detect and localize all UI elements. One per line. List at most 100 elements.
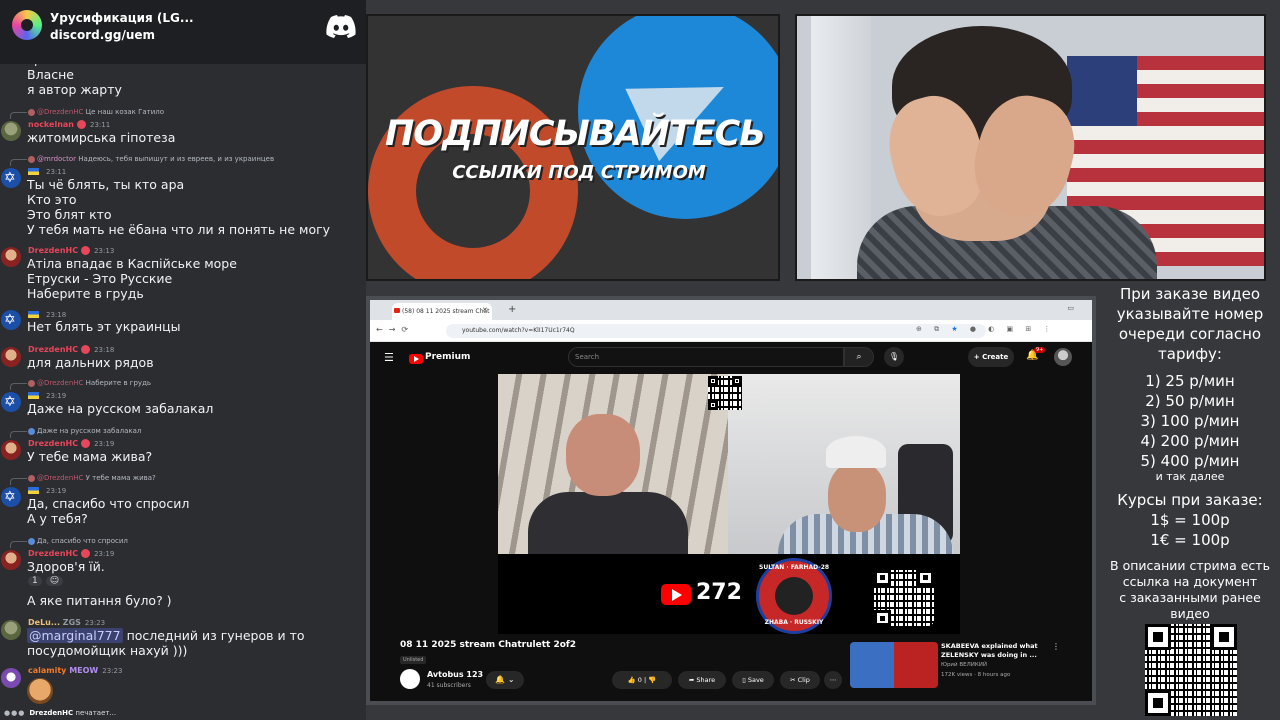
channel-emblem: SULTAN · FARHAD-28 ZHABA · RUSSKIY — [756, 558, 832, 634]
youtube-logo-text[interactable]: Premium — [425, 352, 470, 362]
message-author[interactable]: 23:11 — [28, 167, 66, 176]
avatar[interactable] — [1, 440, 21, 460]
clip-button[interactable]: ✂ Clip — [780, 671, 820, 689]
recommended-meta: 172K views · 8 hours ago — [941, 672, 1011, 678]
nav-buttons[interactable]: ←→⟳ — [376, 325, 414, 334]
message-author[interactable]: DrezdenHC 23:19 — [28, 439, 114, 448]
chat-header: Урусификация (LG... discord.gg/uem — [0, 0, 366, 64]
recommended-video-title[interactable]: SKABEEVA explained what ZELENSKY was doin… — [941, 642, 1041, 660]
video-player[interactable]: 272 SULTAN · FARHAD-28 ZHABA · RUSSKIY — [498, 374, 960, 634]
tab-bar: (58) 08 11 2025 stream Chat ✕ + ▭ — [370, 300, 1092, 320]
emoji-sticker — [27, 678, 53, 704]
reply-preview: Даже на русском забалакал — [9, 427, 141, 438]
url-field[interactable]: youtube.com/watch?v=KlI17Uc1r74Q — [446, 324, 986, 338]
message-author[interactable]: 23:19 — [28, 486, 66, 495]
youtube-logo-icon[interactable] — [409, 354, 423, 364]
browser-tab[interactable]: (58) 08 11 2025 stream Chat — [392, 303, 492, 320]
server-icon[interactable] — [12, 10, 42, 40]
message-author[interactable]: 23:18 — [28, 310, 66, 319]
message-text: У тебе мама жива? — [27, 449, 153, 464]
stream-layout: Урусификация (LG... discord.gg/uem Це на… — [0, 0, 1280, 720]
avatar[interactable] — [1, 620, 21, 640]
close-tab-icon[interactable]: ✕ — [482, 306, 488, 314]
subscription-bell-button[interactable]: 🔔 ⌄ — [486, 671, 524, 689]
search-icon[interactable]: ⌕ — [844, 347, 874, 367]
price-more: и так далее — [1155, 470, 1225, 483]
message-author[interactable]: DrezdenHC 23:19 — [28, 549, 114, 558]
message-text: Здоров'я їй. — [27, 559, 105, 574]
discord-chat-overlay: Урусификация (LG... discord.gg/uem Це на… — [0, 0, 366, 720]
avatar[interactable] — [1, 347, 21, 367]
webcam-feed — [795, 14, 1266, 281]
subscriber-count: 41 subscribers — [427, 682, 471, 689]
message-text: @marginal777 последний из гунеров и то — [27, 628, 305, 643]
rate-eur: 1€ = 100р — [1150, 531, 1230, 549]
avatar[interactable] — [1, 168, 21, 188]
description-note: ссылка на документ — [1122, 574, 1258, 589]
reaction-bar[interactable]: 1 ☺ — [28, 576, 67, 586]
discord-icon — [326, 15, 356, 38]
message-text: для дальних рядов — [27, 355, 154, 370]
reply-preview: Да, спасибо что спросил — [10, 537, 128, 548]
unlisted-badge: Unlisted — [400, 656, 427, 664]
description-note: с заказанными ранее — [1119, 590, 1261, 605]
price-tier: 1) 25 р/мин — [1145, 372, 1235, 390]
window-controls[interactable]: ▭ — [1067, 304, 1082, 312]
message-author[interactable]: DrezdenHC 23:13 — [28, 246, 114, 255]
channel-name[interactable]: Avtobus 123 — [427, 670, 483, 679]
typing-indicator: ●●● DrezdenHC печатает... — [4, 709, 117, 717]
message-text: Ты чё блять, ты кто ара — [27, 177, 185, 192]
message-author[interactable]: calamity MEOW 23:23 — [28, 666, 122, 675]
avatar[interactable] — [1, 550, 21, 570]
like-button[interactable]: 👍 0 | 👎 — [612, 671, 672, 689]
recommended-channel[interactable]: Юрий ВЕЛИКИЙ — [941, 662, 987, 668]
message-author[interactable]: 23:19 — [28, 391, 66, 400]
account-avatar[interactable] — [1054, 348, 1072, 366]
viewer-counter: 272 — [696, 580, 742, 605]
avatar[interactable] — [1, 392, 21, 412]
avatar[interactable] — [1, 310, 21, 330]
avatar[interactable] — [1, 487, 21, 507]
message-text: я автор жарту — [27, 82, 122, 97]
user-mention[interactable]: @marginal777 — [27, 628, 123, 643]
notification-count: 9+ — [1034, 347, 1046, 353]
share-button[interactable]: ➦ Share — [678, 671, 726, 689]
price-tier: 3) 100 р/мин — [1140, 412, 1240, 430]
message-text: У тебя мать не ёбана что ли я понять не … — [27, 222, 331, 237]
message-text: Атіла впадає в Каспійське море — [27, 256, 237, 271]
message-text: Кто это — [27, 192, 77, 207]
qr-code-icon — [874, 570, 934, 626]
more-actions-button[interactable]: ⋯ — [824, 671, 842, 689]
more-vertical-icon[interactable]: ⋮ — [1052, 642, 1060, 651]
avatar[interactable] — [1, 121, 21, 141]
message-author[interactable]: nockelnan 23:11 — [28, 120, 110, 129]
message-author[interactable]: DrezdenHC 23:18 — [28, 345, 114, 354]
price-tier: 5) 400 р/мин — [1140, 452, 1240, 470]
avatar[interactable] — [1, 668, 21, 688]
server-invite-link[interactable]: discord.gg/uem — [50, 28, 155, 42]
channel-avatar[interactable] — [400, 669, 420, 689]
youtube-page: ☰ Premium Search ⌕ 🎙 + Create 🔔 9+ 272 S… — [370, 342, 1092, 701]
new-tab-icon[interactable]: + — [508, 304, 516, 315]
reply-preview: @DrezdenHC Це наш козак Гатило — [9, 108, 164, 119]
microphone-icon[interactable]: 🎙 — [884, 347, 904, 367]
qr-code-icon — [1145, 624, 1237, 716]
address-bar: ←→⟳ youtube.com/watch?v=KlI17Uc1r74Q ⊕ ⧉… — [370, 320, 1092, 342]
recommended-video-thumbnail[interactable] — [850, 642, 938, 688]
add-reaction-icon[interactable]: ☺ — [45, 576, 64, 586]
search-input[interactable]: Search — [568, 347, 844, 367]
extension-icons[interactable]: ⊕ ⧉ ★ ● ◐ ▣ ⊞ ⋮ — [916, 325, 1055, 334]
reaction-count[interactable]: 1 — [28, 576, 42, 586]
message-text: А у тебя? — [27, 511, 88, 526]
rates-title: Курсы при заказе: — [1117, 491, 1263, 509]
message-text: Наберите в грудь — [27, 286, 144, 301]
menu-icon[interactable]: ☰ — [384, 351, 394, 364]
price-panel: При заказе видео указывайте номер очеред… — [1100, 282, 1280, 720]
promo-title: ПОДПИСЫВАЙТЕСЬ — [385, 114, 766, 154]
save-button[interactable]: ▯ Save — [732, 671, 774, 689]
avatar[interactable] — [1, 247, 21, 267]
message-author[interactable]: DeLu... ZGS 23:23 — [28, 618, 105, 627]
create-button[interactable]: + Create — [968, 347, 1014, 367]
reply-preview: @DrezdenHC У тебе мама жива? — [10, 474, 156, 485]
video-title: 08 11 2025 stream Chatrulett 2of2 — [400, 640, 577, 650]
